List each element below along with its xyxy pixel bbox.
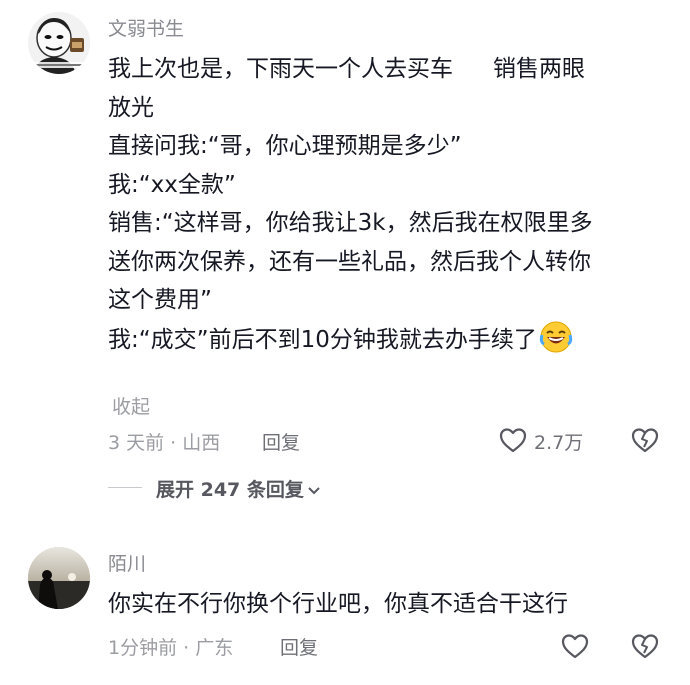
- comment-line: 我:“xx全款”: [108, 171, 236, 198]
- broken-heart-icon[interactable]: [630, 426, 660, 454]
- like-count: 2.7万: [534, 432, 584, 454]
- broken-heart-icon[interactable]: [630, 632, 660, 660]
- laughing-emoji: [539, 321, 573, 352]
- expand-divider: [108, 487, 142, 488]
- comment-text: 我上次也是，下雨天一个人去买车 销售两眼 放光 直接问我:“哥，你心理预期是多少”…: [108, 50, 593, 358]
- comment-time-location: 3 天前 · 山西: [108, 432, 221, 454]
- comment-line: 销售:“这样哥，你给我让3k，然后我在权限里多: [108, 210, 593, 236]
- comment-text: 你实在不行你换个行业吧，你真不适合干这行: [108, 591, 568, 617]
- commenter-avatar[interactable]: [28, 12, 90, 74]
- heart-icon[interactable]: [498, 426, 528, 454]
- avatar-meme-face: [28, 12, 90, 74]
- comment-time-location: 1分钟前 · 广东: [108, 637, 234, 659]
- comment-username[interactable]: 陌川: [108, 549, 146, 576]
- comment-line: 直接问我:“哥，你心理预期是多少”: [108, 133, 462, 159]
- comment-line: 我上次也是，下雨天一个人去买车 销售两眼: [108, 56, 585, 82]
- reply-button[interactable]: 回复: [280, 633, 318, 660]
- collapse-button[interactable]: 收起: [112, 392, 150, 419]
- expand-replies-button[interactable]: 展开 247 条回复: [156, 475, 322, 502]
- reply-button[interactable]: 回复: [262, 428, 300, 455]
- commenter-avatar[interactable]: [28, 547, 90, 609]
- chevron-down-icon: [308, 486, 320, 494]
- comment-line: 送你两次保养，还有一些礼品，然后我个人转你: [108, 248, 591, 275]
- comment-line: 这个费用”: [108, 287, 212, 313]
- comment-username[interactable]: 文弱书生: [108, 14, 184, 41]
- heart-icon[interactable]: [560, 632, 590, 660]
- avatar-sunset-photo: [28, 547, 90, 609]
- comment-line: 放光: [108, 94, 154, 121]
- comment-line: 我:“成交”前后不到10分钟我就去办手续了: [108, 320, 593, 359]
